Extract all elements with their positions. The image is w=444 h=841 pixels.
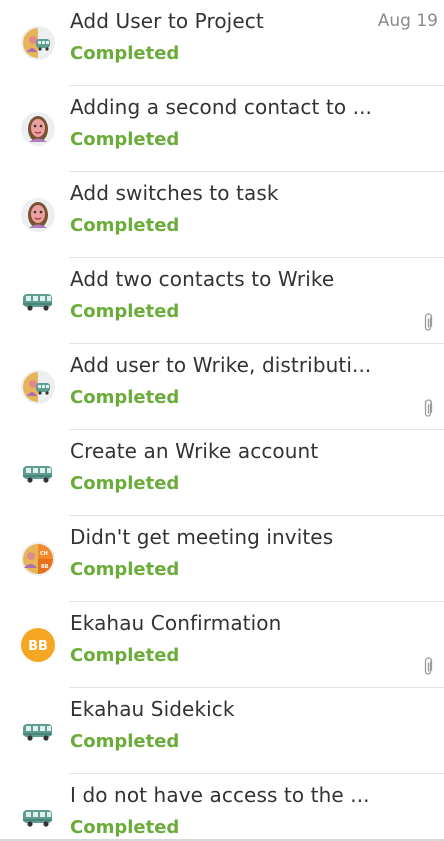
- task-date: Aug 19: [377, 11, 438, 31]
- task-row[interactable]: CH BB Didn't get meeting invites Complet…: [0, 516, 444, 602]
- paperclip-icon[interactable]: [422, 313, 434, 333]
- bus-avatar-icon: [23, 724, 52, 741]
- task-row[interactable]: BB Ekahau Confirmation Completed: [0, 602, 444, 688]
- task-list: Add User to Project Completed Aug 19 Add…: [0, 0, 444, 841]
- bus-avatar-icon: [23, 466, 52, 483]
- paperclip-icon[interactable]: [422, 657, 434, 677]
- avatar-initials: BB: [28, 639, 48, 654]
- task-row[interactable]: Add two contacts to Wrike Completed: [0, 258, 444, 344]
- task-title: Add User to Project: [70, 9, 264, 33]
- paperclip-icon[interactable]: [422, 399, 434, 419]
- user-bus-avatar-icon: [21, 370, 55, 404]
- task-row[interactable]: Add switches to task Completed: [0, 172, 444, 258]
- task-status: Completed: [70, 301, 180, 322]
- task-status: Completed: [70, 129, 180, 150]
- user-avatar-icon: [21, 198, 55, 232]
- bus-avatar-icon: [23, 294, 52, 311]
- task-title: Add switches to task: [70, 181, 279, 205]
- task-status: Completed: [70, 645, 180, 666]
- task-status: Completed: [70, 43, 180, 64]
- task-row[interactable]: Create an Wrike account Completed: [0, 430, 444, 516]
- task-title: Add user to Wrike, distributi...: [70, 353, 372, 377]
- task-title: Adding a second contact to ...: [70, 95, 373, 119]
- task-title: Create an Wrike account: [70, 439, 319, 463]
- svg-text:CH: CH: [40, 551, 48, 557]
- task-title: Didn't get meeting invites: [70, 525, 334, 549]
- user-avatar-icon: [21, 112, 55, 146]
- user-bus-avatar-icon: [21, 26, 55, 60]
- task-status: Completed: [70, 473, 180, 494]
- task-status: Completed: [70, 559, 180, 580]
- task-title: Ekahau Confirmation: [70, 611, 282, 635]
- task-row[interactable]: Ekahau Sidekick Completed: [0, 688, 444, 774]
- group-avatar-icon: CH BB: [21, 542, 55, 576]
- task-row[interactable]: Add user to Wrike, distributi... Complet…: [0, 344, 444, 430]
- task-status: Completed: [70, 215, 180, 236]
- task-title: Add two contacts to Wrike: [70, 267, 335, 291]
- bus-avatar-icon: [23, 810, 52, 827]
- initials-avatar: BB: [21, 628, 55, 662]
- task-status: Completed: [70, 731, 180, 752]
- task-title: Ekahau Sidekick: [70, 697, 235, 721]
- task-row[interactable]: Adding a second contact to ... Completed: [0, 86, 444, 172]
- task-row[interactable]: Add User to Project Completed Aug 19: [0, 0, 444, 86]
- task-title: I do not have access to the ...: [70, 783, 370, 807]
- task-row[interactable]: I do not have access to the ... Complete…: [0, 774, 444, 841]
- task-status: Completed: [70, 817, 180, 838]
- task-status: Completed: [70, 387, 180, 408]
- svg-text:BB: BB: [41, 564, 49, 570]
